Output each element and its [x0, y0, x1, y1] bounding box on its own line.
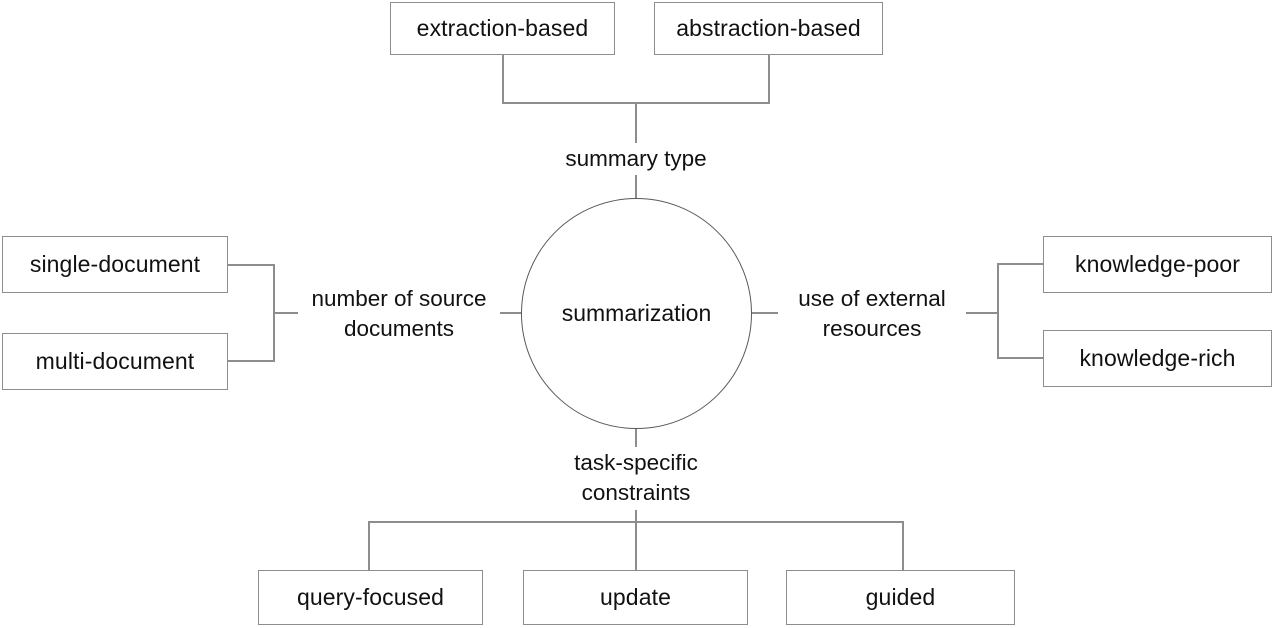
node-query-focused[interactable]: query-focused	[258, 570, 483, 625]
edge-summary-type-bracket	[502, 55, 770, 104]
node-single-document[interactable]: single-document	[2, 236, 228, 293]
hub-label: summarization	[561, 300, 712, 326]
edge-source-docs-bracket	[228, 264, 275, 362]
node-guided[interactable]: guided	[786, 570, 1015, 625]
node-extraction-based[interactable]: extraction-based	[390, 2, 615, 55]
node-label: knowledge-poor	[1074, 250, 1241, 277]
node-label: update	[600, 583, 671, 610]
node-label: knowledge-rich	[1079, 344, 1236, 371]
node-label: extraction-based	[416, 14, 589, 41]
edge-label-use-of-external-resources: use of external resources	[778, 283, 966, 346]
edge-external-resources-bracket	[997, 263, 1043, 359]
node-label: query-focused	[296, 583, 445, 610]
diagram-canvas: extraction-based abstraction-based summa…	[0, 0, 1272, 628]
edge-label-summary-type: summary type	[536, 143, 736, 176]
edge-label-number-of-source-documents: number of source documents	[298, 283, 500, 346]
edge-label-task-specific-constraints: task-specific constraints	[538, 447, 734, 510]
node-label: guided	[865, 583, 936, 610]
node-label: multi-document	[35, 347, 195, 374]
node-label: single-document	[29, 250, 201, 277]
node-update[interactable]: update	[523, 570, 748, 625]
node-abstraction-based[interactable]: abstraction-based	[654, 2, 883, 55]
node-label: abstraction-based	[676, 14, 861, 41]
hub-summarization[interactable]: summarization	[521, 198, 752, 429]
node-knowledge-poor[interactable]: knowledge-poor	[1043, 236, 1272, 293]
node-multi-document[interactable]: multi-document	[2, 333, 228, 390]
node-knowledge-rich[interactable]: knowledge-rich	[1043, 330, 1272, 387]
